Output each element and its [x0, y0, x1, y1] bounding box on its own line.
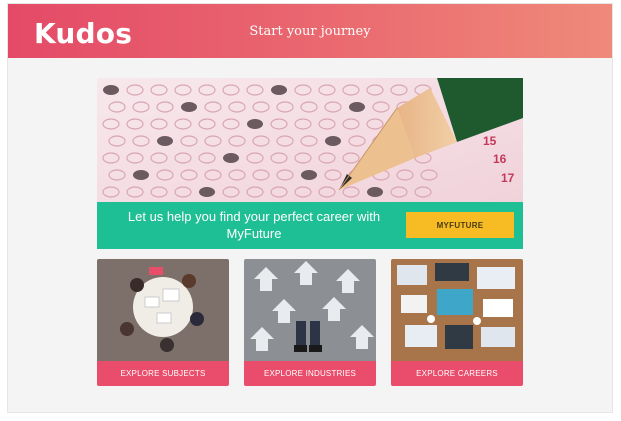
answer-bubble — [349, 102, 365, 112]
explore-industries-card[interactable]: EXPLORE INDUSTRIES — [244, 259, 376, 386]
answer-bubble — [247, 119, 263, 129]
top-bar: Kudos Start your journey — [8, 4, 612, 58]
desk-workspace-photo — [391, 259, 523, 361]
answer-bubble — [103, 85, 119, 95]
answer-bubble — [367, 187, 383, 197]
answer-bubble — [133, 170, 149, 180]
myfuture-button[interactable]: MYFUTURE — [406, 212, 514, 238]
page-tagline: Start your journey — [249, 24, 371, 39]
answer-bubble — [301, 170, 317, 180]
explore-subjects-button[interactable]: EXPLORE SUBJECTS — [97, 361, 229, 386]
hero-image: 15 16 17 — [97, 78, 523, 202]
myfuture-banner: Let us help you find your perfect career… — [97, 202, 523, 249]
banner-text: Let us help you find your perfect career… — [127, 209, 381, 241]
answer-sheet-pencil-illustration: 15 16 17 — [97, 78, 523, 202]
sheet-number: 16 — [493, 152, 507, 166]
answer-bubble — [181, 102, 197, 112]
explore-industries-button[interactable]: EXPLORE INDUSTRIES — [244, 361, 376, 386]
app-window: Kudos Start your journey 15 16 17 Let us… — [8, 4, 612, 412]
sheet-number: 15 — [483, 134, 497, 148]
arrows-floor-photo — [244, 259, 376, 361]
answer-bubble — [325, 136, 341, 146]
answer-bubble — [199, 187, 215, 197]
answer-bubble — [157, 136, 173, 146]
answer-bubble — [223, 153, 239, 163]
sheet-number: 17 — [501, 171, 515, 185]
explore-careers-button[interactable]: EXPLORE CAREERS — [391, 361, 523, 386]
students-table-photo — [97, 259, 229, 361]
answer-bubble — [271, 85, 287, 95]
explore-careers-card[interactable]: EXPLORE CAREERS — [391, 259, 523, 386]
explore-subjects-card[interactable]: EXPLORE SUBJECTS — [97, 259, 229, 386]
